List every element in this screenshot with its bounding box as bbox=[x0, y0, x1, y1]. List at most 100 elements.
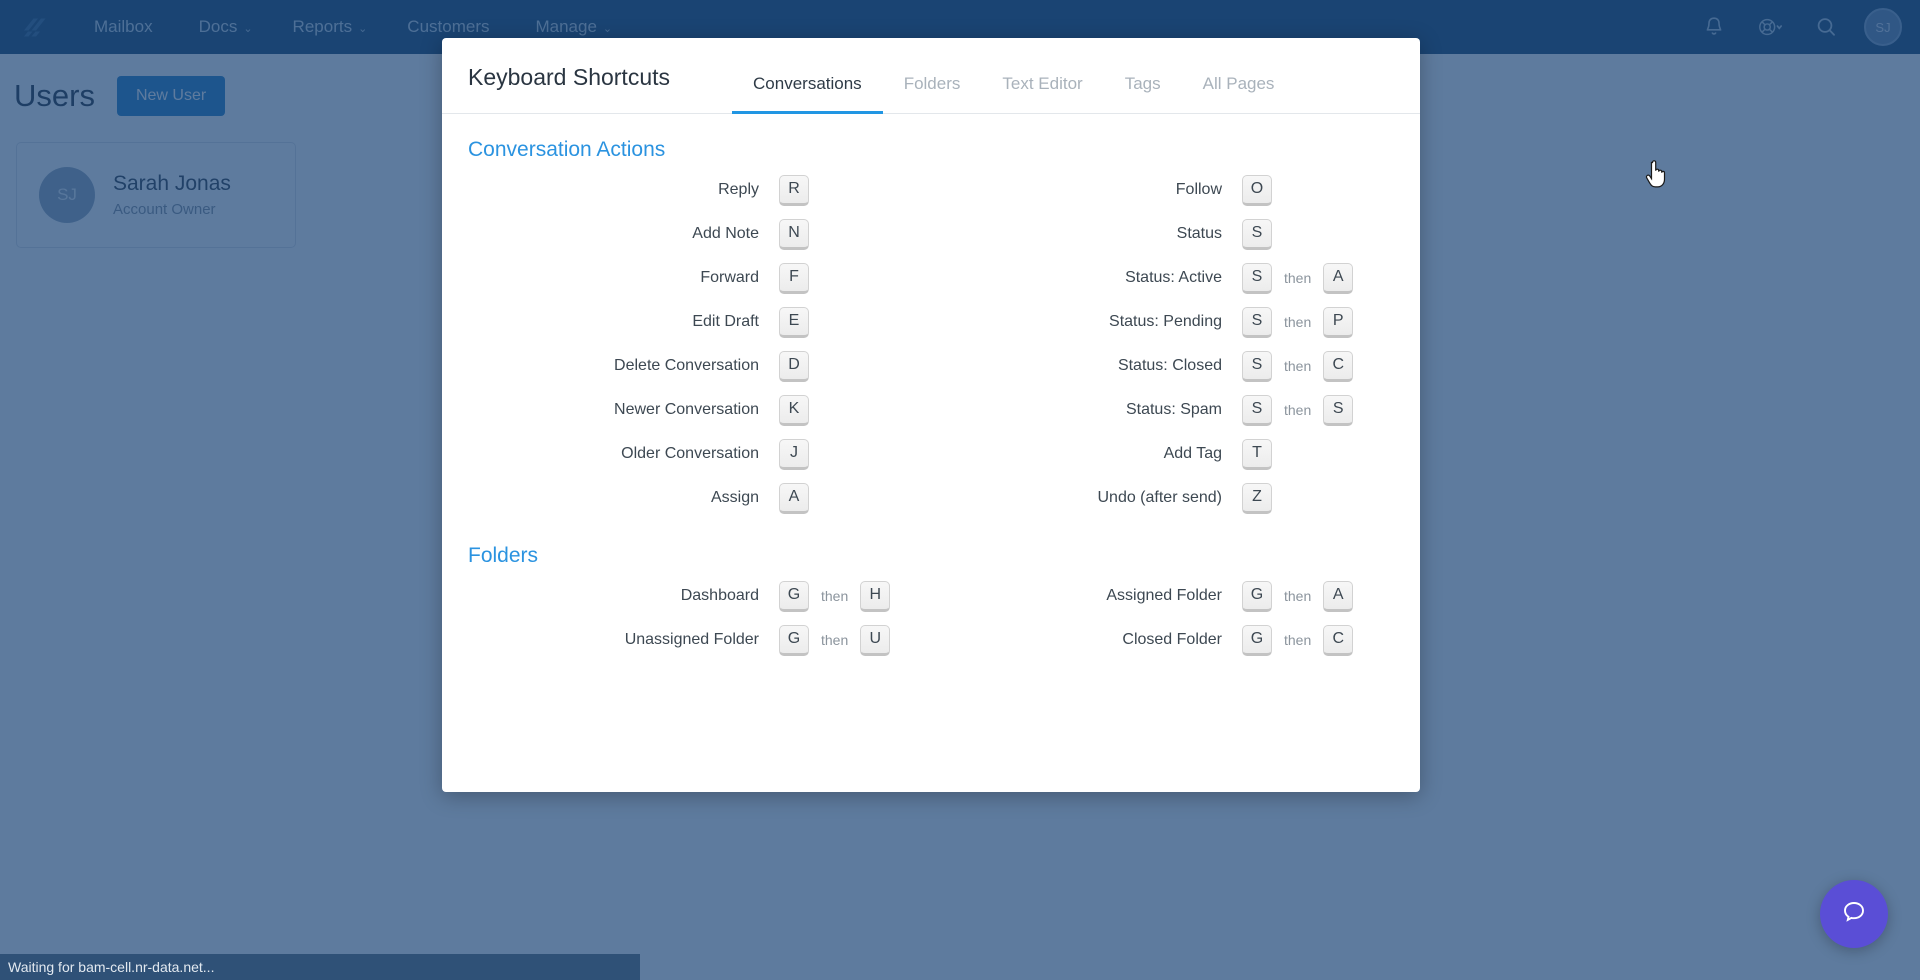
key-cap: S bbox=[1323, 394, 1354, 426]
key-cap: N bbox=[779, 218, 809, 250]
section-title: Folders bbox=[468, 544, 539, 567]
shortcut-keys: T bbox=[1242, 438, 1394, 470]
key-cap: U bbox=[860, 624, 891, 656]
key-cap: Z bbox=[1242, 482, 1272, 514]
key-cap: G bbox=[1242, 580, 1272, 612]
key-cap: A bbox=[1323, 580, 1354, 612]
shortcut-row: Unassigned Folder Gthen U bbox=[468, 618, 931, 662]
key-cap: R bbox=[779, 174, 809, 206]
shortcut-row: Follow O bbox=[931, 168, 1394, 212]
shortcut-row: Assign A bbox=[468, 476, 931, 520]
shortcut-row: Closed Folder Gthen C bbox=[931, 618, 1394, 662]
shortcut-keys: Gthen H bbox=[779, 580, 931, 612]
shortcut-row: Delete Conversation D bbox=[468, 344, 931, 388]
key-cap: C bbox=[1323, 350, 1354, 382]
tab-tags[interactable]: Tags bbox=[1104, 74, 1182, 114]
shortcut-row: Status S bbox=[931, 212, 1394, 256]
shortcut-row: Reply R bbox=[468, 168, 931, 212]
modal-body: Conversation Actions Reply R Add Note N Forw… bbox=[442, 114, 1420, 792]
screen: Mailbox Docs ⌄ Reports ⌄ Customers Manag… bbox=[0, 0, 1920, 980]
modal-title: Keyboard Shortcuts bbox=[468, 64, 671, 90]
shortcut-row: Add Tag T bbox=[931, 432, 1394, 476]
shortcut-label: Unassigned Folder bbox=[624, 631, 759, 648]
shortcut-keys: E bbox=[779, 306, 931, 338]
chat-bubble-icon bbox=[1838, 896, 1870, 933]
section-conversation-actions: Conversation Actions Reply R Add Note N Forw… bbox=[468, 138, 1394, 520]
shortcut-label: Older Conversation bbox=[621, 445, 759, 462]
shortcut-row: Dashboard Gthen H bbox=[468, 574, 931, 618]
shortcut-keys: Z bbox=[1242, 482, 1394, 514]
shortcut-grid: Reply R Add Note N Forward F Edit Draft E Delete… bbox=[468, 168, 1394, 520]
key-cap: K bbox=[779, 394, 809, 426]
key-separator-then: then bbox=[821, 632, 849, 648]
shortcut-label: Edit Draft bbox=[692, 313, 759, 330]
shortcut-row: Status: Closed Sthen C bbox=[931, 344, 1394, 388]
shortcut-label: Newer Conversation bbox=[614, 401, 759, 418]
shortcut-row: Assigned Folder Gthen A bbox=[931, 574, 1394, 618]
key-cap: S bbox=[1242, 306, 1272, 338]
key-cap: S bbox=[1242, 350, 1272, 382]
modal-header: Keyboard Shortcuts Conversations Folders… bbox=[442, 38, 1420, 114]
shortcut-row: Forward F bbox=[468, 256, 931, 300]
shortcut-label: Undo (after send) bbox=[1097, 489, 1222, 506]
key-separator-then: then bbox=[1284, 588, 1312, 604]
key-cap: P bbox=[1323, 306, 1354, 338]
key-separator-then: then bbox=[1284, 270, 1312, 286]
shortcut-column-right: Follow O Status S Status: Active Sthen A Status… bbox=[931, 168, 1394, 520]
shortcut-keys: Sthen A bbox=[1242, 262, 1394, 294]
beacon-chat-button[interactable] bbox=[1820, 880, 1888, 948]
shortcut-label: Status: Spam bbox=[1125, 401, 1222, 418]
tab-all-pages[interactable]: All Pages bbox=[1182, 74, 1296, 114]
shortcut-row: Newer Conversation K bbox=[468, 388, 931, 432]
shortcut-keys: K bbox=[779, 394, 931, 426]
shortcut-label: Status: Pending bbox=[1109, 313, 1222, 330]
shortcut-row: Add Note N bbox=[468, 212, 931, 256]
shortcut-column-left: Reply R Add Note N Forward F Edit Draft E Delete… bbox=[468, 168, 931, 520]
key-cap: J bbox=[779, 438, 809, 470]
shortcut-column-right: Assigned Folder Gthen A Closed Folder Gthen C bbox=[931, 574, 1394, 662]
key-separator-then: then bbox=[821, 588, 849, 604]
shortcut-label: Assigned Folder bbox=[1106, 587, 1222, 604]
shortcut-label: Follow bbox=[1175, 181, 1222, 198]
key-cap: G bbox=[1242, 624, 1272, 656]
shortcut-row: Undo (after send) Z bbox=[931, 476, 1394, 520]
shortcut-keys: Sthen P bbox=[1242, 306, 1394, 338]
key-cap: O bbox=[1242, 174, 1272, 206]
shortcut-row: Older Conversation J bbox=[468, 432, 931, 476]
tab-text-editor[interactable]: Text Editor bbox=[981, 74, 1103, 114]
key-cap: S bbox=[1242, 394, 1272, 426]
shortcut-keys: Sthen C bbox=[1242, 350, 1394, 382]
key-cap: F bbox=[779, 262, 809, 294]
key-cap: T bbox=[1242, 438, 1272, 470]
shortcut-label: Add Tag bbox=[1163, 445, 1222, 462]
shortcut-label: Status bbox=[1176, 225, 1222, 242]
key-separator-then: then bbox=[1284, 402, 1312, 418]
shortcut-label: Closed Folder bbox=[1122, 631, 1222, 648]
key-separator-then: then bbox=[1284, 358, 1312, 374]
shortcut-label: Status: Closed bbox=[1117, 357, 1222, 374]
shortcut-keys: Gthen A bbox=[1242, 580, 1394, 612]
shortcut-column-left: Dashboard Gthen H Unassigned Folder Gthen U bbox=[468, 574, 931, 662]
shortcut-label: Delete Conversation bbox=[614, 357, 759, 374]
shortcut-label: Assign bbox=[710, 489, 759, 506]
section-title: Conversation Actions bbox=[468, 138, 666, 161]
browser-status-bar: Waiting for bam-cell.nr-data.net... bbox=[0, 954, 640, 980]
shortcut-keys: F bbox=[779, 262, 931, 294]
key-cap: G bbox=[779, 624, 809, 656]
shortcut-keys: Sthen S bbox=[1242, 394, 1394, 426]
tab-folders[interactable]: Folders bbox=[883, 74, 982, 114]
key-cap: S bbox=[1242, 218, 1272, 250]
key-cap: H bbox=[860, 580, 891, 612]
modal-tabs: Conversations Folders Text Editor Tags A… bbox=[732, 74, 1296, 114]
shortcut-label: Add Note bbox=[692, 225, 759, 242]
key-cap: A bbox=[779, 482, 809, 514]
status-text: Waiting for bam-cell.nr-data.net... bbox=[8, 959, 215, 975]
shortcut-keys: Gthen C bbox=[1242, 624, 1394, 656]
shortcut-keys: O bbox=[1242, 174, 1394, 206]
key-cap: C bbox=[1323, 624, 1354, 656]
shortcut-label: Dashboard bbox=[680, 587, 759, 604]
tab-conversations[interactable]: Conversations bbox=[732, 74, 883, 114]
shortcut-row: Status: Active Sthen A bbox=[931, 256, 1394, 300]
key-separator-then: then bbox=[1284, 632, 1312, 648]
key-cap: D bbox=[779, 350, 809, 382]
